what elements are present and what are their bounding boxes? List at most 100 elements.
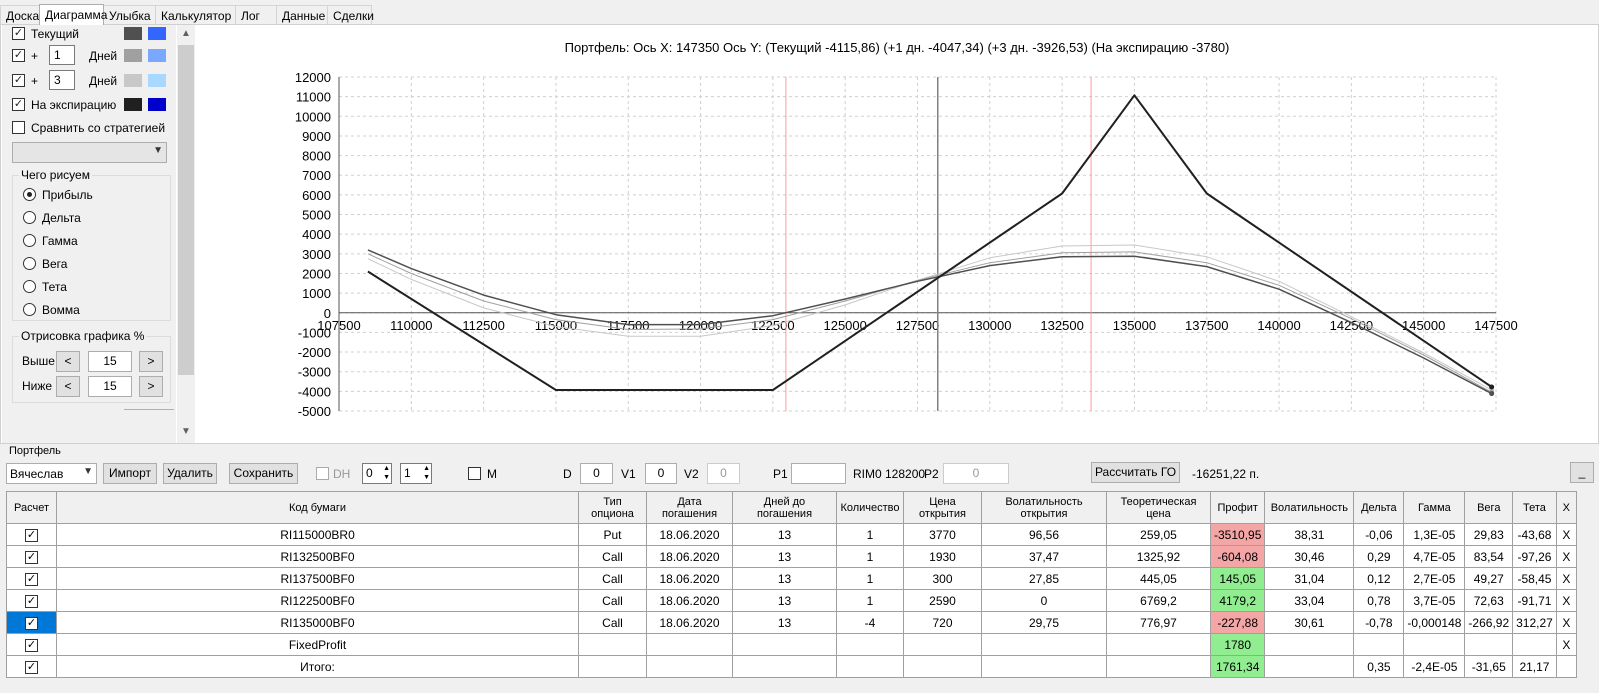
column-header[interactable]: X [1555,491,1577,524]
delete-button[interactable]: Удалить [163,463,217,484]
delete-row-button[interactable]: X [1555,567,1577,590]
column-header[interactable]: Дельта [1353,491,1405,524]
compare-checkbox[interactable] [12,121,25,134]
dh2-spinner[interactable]: 1 ▲ ▼ [400,463,432,484]
delete-row-button[interactable]: X [1555,523,1577,546]
current-alt-color-swatch[interactable] [148,27,166,40]
column-header[interactable]: Волатильность [1264,491,1355,524]
delete-row-button[interactable] [1555,655,1577,678]
column-header[interactable]: Профит [1209,491,1266,524]
calc-checkbox-cell[interactable]: ✓ [6,567,57,590]
minimize-button[interactable]: _ [1570,462,1594,483]
import-button[interactable]: Импорт [103,463,157,484]
column-header[interactable]: Волатильность открытия [981,491,1107,524]
table-row[interactable]: ✓ RI115000BR0 Put 18.06.2020 13 1 3770 96,56 259… [6,523,1577,546]
calc-checkbox[interactable]: ✓ [25,572,38,586]
calc-checkbox[interactable]: ✓ [25,660,38,674]
expiry-checkbox[interactable]: ✓ [12,98,25,111]
column-header[interactable]: Теоретическая цена [1106,491,1211,524]
radio-0[interactable] [23,188,36,201]
v2-input[interactable]: 0 [707,463,740,484]
calc-checkbox-cell[interactable]: ✓ [6,523,57,546]
v1-input[interactable]: 0 [645,463,677,484]
scroll-up-icon[interactable]: ▲ [177,25,195,43]
delete-row-button[interactable]: X [1555,545,1577,568]
strategy-select[interactable]: ▼ [12,142,167,163]
column-header[interactable]: Дней до погашения [732,491,837,524]
tab-0[interactable]: Доска [0,5,40,24]
d-input[interactable]: 0 [580,463,613,484]
table-row[interactable]: ✓ RI135000BF0 Call 18.06.2020 13 -4 720 29,75 77… [6,611,1577,634]
calc-checkbox-cell[interactable]: ✓ [6,611,57,634]
dh1-spinner[interactable]: 0 ▲ ▼ [362,463,392,484]
current-color-swatch[interactable] [124,27,142,40]
above-increase-button[interactable]: > [139,351,163,372]
calc-checkbox-cell[interactable]: ✓ [6,545,57,568]
expiry-alt-color-swatch[interactable] [148,98,166,111]
calc-checkbox-cell[interactable]: ✓ [6,633,57,656]
days3-input[interactable]: 3 [49,70,75,90]
below-value[interactable]: 15 [88,376,132,397]
column-header[interactable]: Тета [1512,491,1557,524]
portfolio-select[interactable]: Вячеслав ▼ [6,463,97,484]
p1-input[interactable] [791,463,846,484]
calc-checkbox-cell[interactable]: ✓ [6,655,57,678]
calc-checkbox[interactable]: ✓ [25,528,38,542]
radio-5[interactable] [23,303,36,316]
below-decrease-button[interactable]: < [56,376,80,397]
save-button[interactable]: Сохранить [229,463,298,484]
below-increase-button[interactable]: > [139,376,163,397]
column-header[interactable]: Тип опциона [578,491,647,524]
calc-checkbox[interactable]: ✓ [25,594,38,608]
delete-row-button[interactable]: X [1555,611,1577,634]
pnl-chart[interactable]: Портфель: Ось X: 147350 Ось Y: (Текущий … [197,25,1597,443]
table-row[interactable]: ✓ RI132500BF0 Call 18.06.2020 13 1 1930 37,47 13… [6,545,1577,568]
scrollbar-thumb[interactable] [178,45,194,375]
radio-2[interactable] [23,234,36,247]
p2-input[interactable]: 0 [943,463,1009,484]
table-row[interactable]: ✓ FixedProfit 1780 X [6,633,1577,656]
calc-checkbox-cell[interactable]: ✓ [6,589,57,612]
above-decrease-button[interactable]: < [56,351,80,372]
table-row[interactable]: ✓ RI122500BF0 Call 18.06.2020 13 1 2590 0 6769,2… [6,589,1577,612]
column-header[interactable]: Расчет [6,491,57,524]
plus1-color-swatch[interactable] [124,49,142,62]
calc-checkbox[interactable]: ✓ [25,550,38,564]
plus3-checkbox[interactable]: ✓ [12,74,25,87]
current-checkbox[interactable]: ✓ [12,27,25,40]
plus3-color-swatch[interactable] [124,74,142,87]
plus1-alt-color-swatch[interactable] [148,49,166,62]
radio-3[interactable] [23,257,36,270]
column-header[interactable]: Количество [836,491,904,524]
scroll-down-icon[interactable]: ▼ [177,423,195,441]
tab-2[interactable]: Улыбка [103,5,156,24]
tab-6[interactable]: Сделки [327,5,374,24]
table-row[interactable]: ✓ Итого: 1761,34 0,35 -2,4E-05 -31,65 21,17 [6,655,1577,678]
options-scrollbar[interactable]: ▲ ▼ [177,25,195,443]
calc-go-button[interactable]: Рассчитать ГО [1091,462,1180,483]
tab-1[interactable]: Диаграмма [39,4,107,25]
above-value[interactable]: 15 [88,351,132,372]
delete-row-button[interactable]: X [1555,633,1577,656]
column-header[interactable]: Цена открытия [903,491,982,524]
column-header[interactable]: Код бумаги [56,491,579,524]
tab-5[interactable]: Данные [276,5,328,24]
calc-checkbox[interactable]: ✓ [25,638,38,652]
table-row[interactable]: ✓ RI137500BF0 Call 18.06.2020 13 1 300 27,85 445… [6,567,1577,590]
spinner-arrows-icon[interactable]: ▲ ▼ [423,464,430,482]
plus1-checkbox[interactable]: ✓ [12,49,25,62]
spinner-arrows-icon[interactable]: ▲ ▼ [383,464,390,482]
radio-1[interactable] [23,211,36,224]
chart-canvas[interactable]: 12000 11000 10000 9000 8000 7000 6000 5000 4000 3… [197,25,1597,443]
plus3-alt-color-swatch[interactable] [148,74,166,87]
dh-checkbox[interactable] [316,467,329,480]
radio-4[interactable] [23,280,36,293]
m-checkbox[interactable] [468,467,481,480]
tab-4[interactable]: Лог [235,5,277,24]
expiry-color-swatch[interactable] [124,98,142,111]
delete-row-button[interactable]: X [1555,589,1577,612]
days1-input[interactable]: 1 [49,45,75,65]
column-header[interactable]: Вега [1464,491,1514,524]
column-header[interactable]: Гамма [1403,491,1466,524]
calc-checkbox[interactable]: ✓ [25,616,38,630]
